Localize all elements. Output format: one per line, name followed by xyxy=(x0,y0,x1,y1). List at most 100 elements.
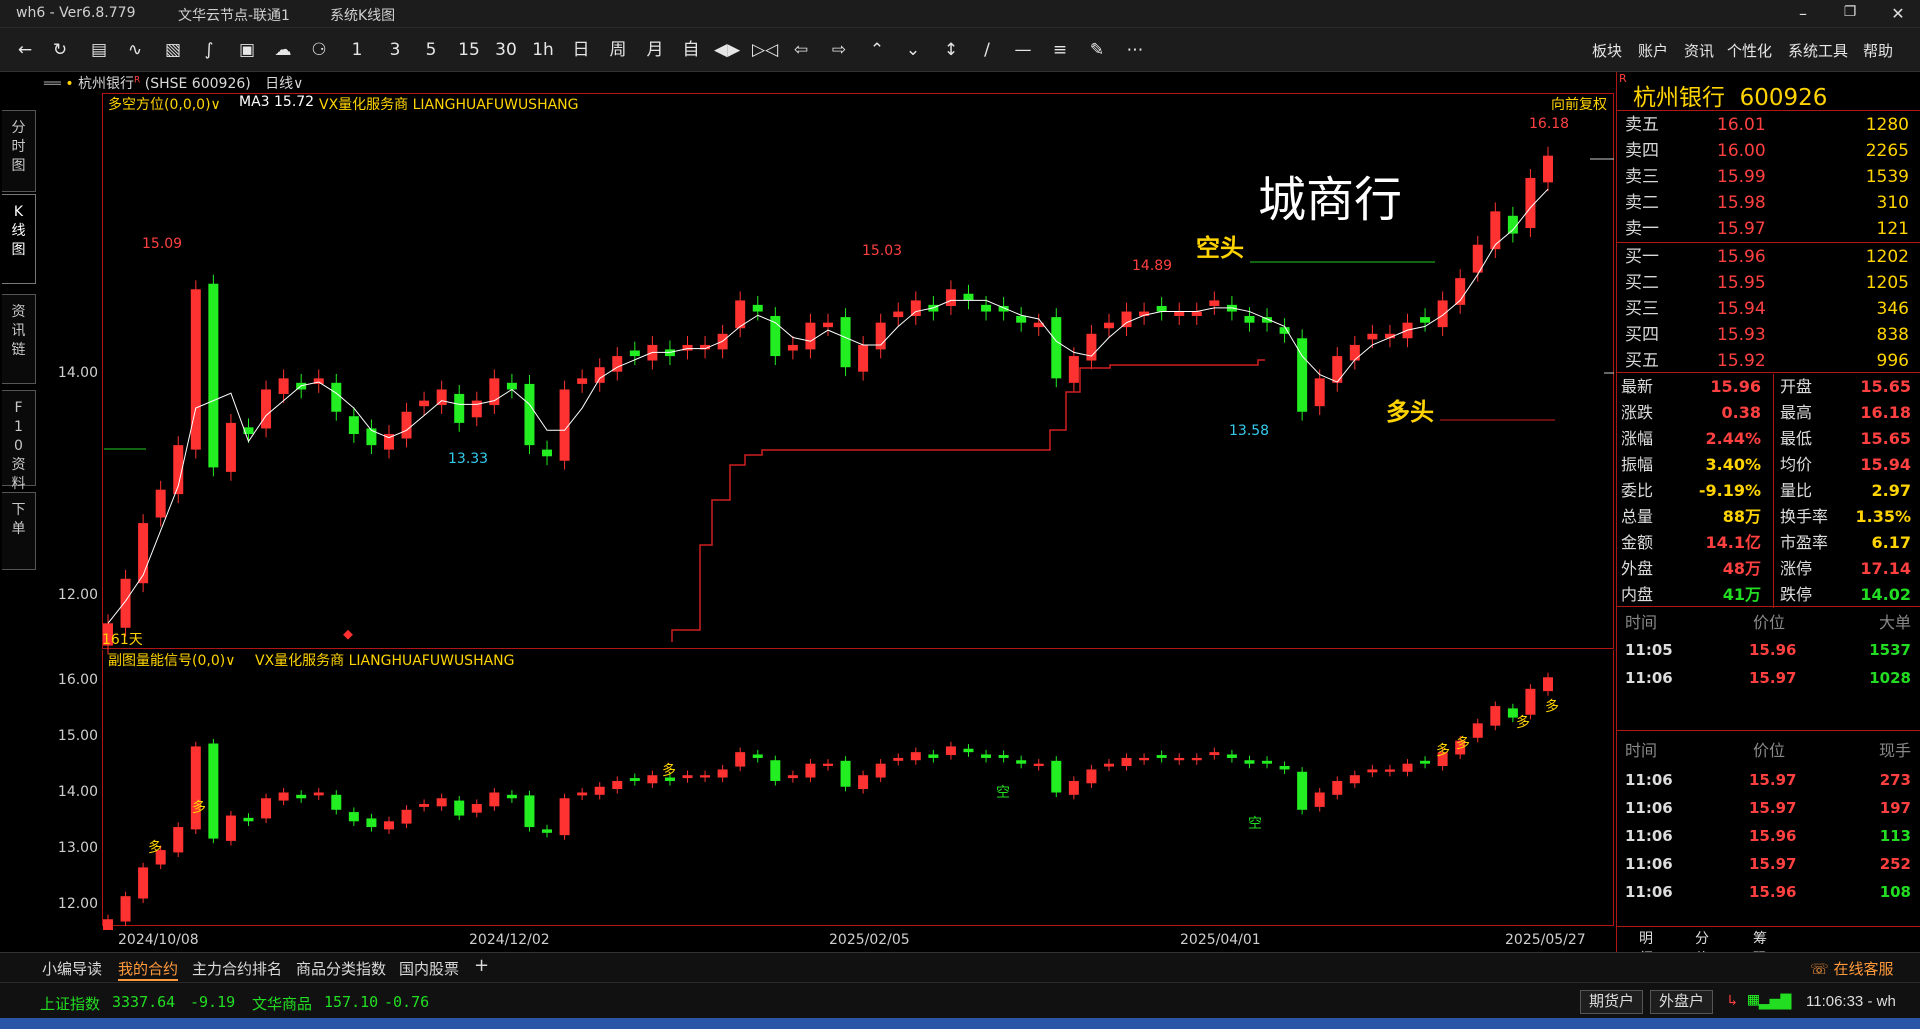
bigorder-row[interactable]: 11:05 15.96 1537 xyxy=(1621,636,1917,664)
sub-candle xyxy=(261,798,272,819)
sub-candle xyxy=(981,754,992,758)
stat-row: 总量 88万 换手率 1.35% xyxy=(1621,504,1917,530)
low-label-2: 13.58 xyxy=(1229,423,1270,439)
sub-candle xyxy=(735,752,746,767)
main-candle xyxy=(1332,356,1343,383)
sell-level-4[interactable]: 卖四 16.00 2265 xyxy=(1621,138,1917,164)
menu-system-tools[interactable]: 系统工具 xyxy=(1788,40,1848,61)
sub-candle xyxy=(103,919,113,930)
sub-candle xyxy=(770,760,781,781)
main-candle xyxy=(858,344,869,372)
main-candle xyxy=(1121,311,1132,328)
sub-candle xyxy=(559,798,570,836)
sub-candle xyxy=(524,795,535,828)
taskbar xyxy=(0,1018,1920,1029)
buy-level-5[interactable]: 买五 15.92 996 xyxy=(1621,348,1917,374)
sub-candle xyxy=(1349,775,1360,784)
minimize-icon[interactable]: – xyxy=(1793,4,1813,23)
buy-level-1[interactable]: 买一 15.96 1202 xyxy=(1621,244,1917,270)
buy-level-4[interactable]: 买四 15.93 838 xyxy=(1621,322,1917,348)
sub-candle xyxy=(963,748,974,753)
quote-panel: R 杭州银行 600926 卖五 16.01 1280 卖四 16.00 2265 卖三 15… xyxy=(1616,72,1920,967)
sub-candle xyxy=(1314,792,1325,807)
foreign-account-button[interactable]: 外盘户 xyxy=(1650,990,1714,1014)
sell-level-5[interactable]: 卖五 16.01 1280 xyxy=(1621,112,1917,138)
x-label-2: 2024/12/02 xyxy=(469,932,550,948)
btab-commodity-index[interactable]: 商品分类指数 xyxy=(296,958,386,979)
sub-candle xyxy=(436,798,447,807)
main-candle xyxy=(823,322,833,328)
sell-level-2[interactable]: 卖二 15.98 310 xyxy=(1621,190,1917,216)
sub-candle xyxy=(647,775,658,784)
bottom-tabs: 小编导读 我的合约 主力合约排名 商品分类指数 国内股票 + ☏ 在线客服 xyxy=(0,952,1920,982)
main-candle xyxy=(945,289,956,306)
sub-candle xyxy=(471,804,482,813)
sell-level-3[interactable]: 卖三 15.99 1539 xyxy=(1621,164,1917,190)
main-candle xyxy=(208,283,219,468)
sub-candle xyxy=(1226,754,1237,758)
close-icon[interactable]: ✕ xyxy=(1888,4,1908,23)
main-candle xyxy=(1174,311,1185,316)
buy-level-3[interactable]: 买三 15.94 346 xyxy=(1621,296,1917,322)
signal-label: 多 xyxy=(148,839,162,856)
x-label-5: 2025/05/27 xyxy=(1505,932,1586,948)
main-candle xyxy=(1437,300,1448,328)
days-label: 161天 xyxy=(102,632,143,648)
btab-editor-guide[interactable]: 小编导读 xyxy=(42,958,102,979)
menu-news[interactable]: 资讯 xyxy=(1684,40,1714,61)
tick-row[interactable]: 11:06 15.97 252 xyxy=(1621,850,1917,878)
tick-row[interactable]: 11:06 15.97 197 xyxy=(1621,794,1917,822)
sub-candle xyxy=(1543,677,1553,692)
sub-candle xyxy=(928,754,939,758)
sub-candle xyxy=(998,755,1009,758)
tick-row[interactable]: 11:06 15.96 108 xyxy=(1621,878,1917,906)
support-link[interactable]: ☏ 在线客服 xyxy=(1810,958,1894,979)
sub-candle xyxy=(700,775,711,778)
menu-personalize[interactable]: 个性化 xyxy=(1727,40,1772,61)
buy-level-2[interactable]: 买二 15.95 1205 xyxy=(1621,270,1917,296)
main-candle xyxy=(1349,344,1360,361)
main-candle xyxy=(1525,177,1536,229)
restore-icon[interactable]: ❐ xyxy=(1840,4,1860,20)
sub-candle xyxy=(1051,760,1062,793)
sub-candle xyxy=(190,746,201,830)
sub-candle xyxy=(1262,760,1273,764)
main-candle xyxy=(1068,356,1079,383)
btab-domestic-stocks[interactable]: 国内股票 xyxy=(399,958,459,979)
main-candle xyxy=(840,317,851,368)
ticks-header: 时间 价位 现手 xyxy=(1625,741,1911,760)
signal-label: 空 xyxy=(996,785,1010,801)
x-label-3: 2025/02/05 xyxy=(829,932,910,948)
chart-canvas: 多多多空空多 多多多 xyxy=(103,146,1614,930)
main-candle xyxy=(981,304,992,312)
tick-row[interactable]: 11:06 15.97 273 xyxy=(1621,766,1917,794)
main-candle xyxy=(436,389,447,406)
btab-my-contracts[interactable]: 我的合约 xyxy=(118,958,179,981)
tick-row[interactable]: 11:06 15.96 113 xyxy=(1621,822,1917,850)
btab-main-contract-rank[interactable]: 主力合约排名 xyxy=(192,958,282,979)
sell-level-1[interactable]: 卖一 15.97 121 xyxy=(1621,216,1917,242)
sub-candle xyxy=(823,763,833,766)
main-candle xyxy=(524,383,535,446)
sub-candle xyxy=(1420,760,1431,764)
add-tab-button[interactable]: + xyxy=(474,955,489,976)
sub-candle xyxy=(1033,763,1044,766)
main-candle xyxy=(752,304,763,312)
main-candle xyxy=(1244,316,1255,323)
main-candle xyxy=(787,344,798,351)
sub-candle xyxy=(594,786,605,795)
menu-account[interactable]: 账户 xyxy=(1638,40,1668,61)
sub-candle xyxy=(296,794,307,799)
sub-candle xyxy=(401,809,412,824)
menu-help[interactable]: 帮助 xyxy=(1863,40,1893,61)
headset-icon: ☏ xyxy=(1810,960,1829,978)
sub-candle xyxy=(1103,763,1114,767)
ma3-line xyxy=(107,188,1549,624)
signal-label: 多 xyxy=(1436,742,1450,759)
sub-candle xyxy=(489,792,500,807)
futures-account-button[interactable]: 期货户 xyxy=(1580,990,1644,1014)
bigorder-row[interactable]: 11:06 15.97 1028 xyxy=(1621,664,1917,692)
sector-title: 城商行 xyxy=(1258,172,1403,228)
main-candle xyxy=(1016,316,1027,323)
sub-candle xyxy=(629,778,640,781)
